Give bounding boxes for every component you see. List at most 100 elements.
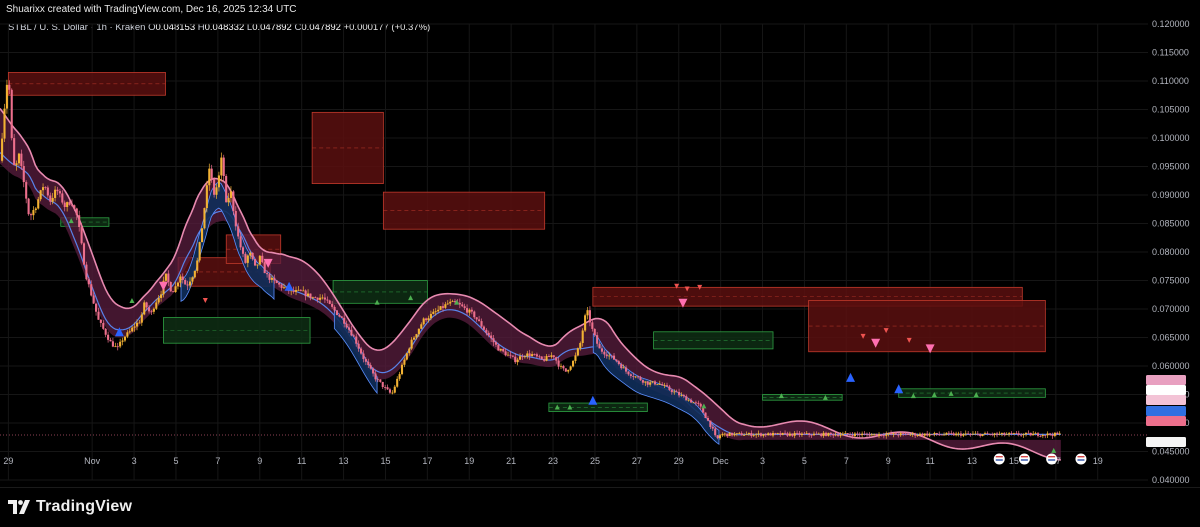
candle-body [148, 307, 151, 312]
candle-body [738, 433, 741, 434]
candle-body [921, 433, 924, 436]
candle-body [762, 434, 765, 436]
candle-body [656, 384, 659, 386]
candle-body [562, 365, 565, 369]
candle-body [22, 166, 25, 183]
candle-body [519, 356, 522, 360]
candle-body [649, 382, 652, 385]
candle-body [511, 355, 514, 357]
candle-body [545, 356, 548, 361]
candle-body [533, 354, 536, 355]
x-tick-label: 9 [257, 456, 262, 466]
price-tags [1146, 375, 1186, 447]
candle-body [323, 297, 326, 300]
x-tick-label: 3 [760, 456, 765, 466]
candle-body [314, 297, 317, 299]
candle-body [1044, 435, 1047, 436]
y-tick-label: 0.105000 [1152, 105, 1190, 115]
candle-body [856, 433, 859, 435]
candle-body [326, 299, 329, 301]
candle-body [632, 375, 635, 377]
candle-body [396, 378, 399, 387]
x-tick-label: 19 [464, 456, 474, 466]
candle-body [865, 433, 869, 435]
time-axis[interactable]: 29 Nov 3 5 7 9 11 13 15 17 19 21 23 25 27 29 Dec 3 5 7 9 11 13… [3, 456, 1102, 466]
candle-body [904, 433, 907, 435]
candle-body [111, 341, 114, 347]
candle-body [391, 392, 394, 394]
candle-body [979, 433, 982, 436]
candle-body [526, 353, 529, 357]
small-down-marker [202, 297, 208, 303]
candle-body [169, 281, 172, 292]
candle-body [1, 138, 4, 161]
candle-body [670, 389, 673, 393]
candle-body [767, 433, 770, 436]
candle-body [572, 360, 575, 367]
candle-body [576, 348, 579, 356]
candle-body [559, 365, 563, 367]
candle-body [928, 434, 931, 436]
candle-body [17, 153, 21, 164]
candle-body [104, 328, 107, 335]
candle-body [8, 84, 11, 90]
candle-body [810, 434, 813, 436]
candle-body [367, 361, 370, 366]
y-tick-label: 0.065000 [1152, 333, 1190, 343]
candle-body [844, 433, 847, 434]
candle-body [747, 433, 750, 435]
y-tick-label: 0.075000 [1152, 276, 1190, 286]
candle-body [540, 356, 543, 360]
x-tick-label: 19 [1093, 456, 1103, 466]
candle-body [993, 433, 996, 435]
candle-body [543, 359, 546, 361]
candle-body [514, 356, 517, 363]
candle-body [803, 433, 806, 435]
candle-body [417, 328, 420, 335]
candle-body [851, 434, 854, 436]
candle-body [1029, 432, 1032, 436]
x-tick-label: 15 [380, 456, 390, 466]
candle-body [957, 433, 960, 435]
candle-body [119, 341, 122, 347]
candle-body [940, 434, 943, 436]
candle-body [581, 330, 584, 343]
candle-body [952, 433, 955, 436]
candle-body [487, 332, 490, 336]
candle-body [321, 297, 324, 299]
candle-body [439, 306, 442, 310]
candle-body [1024, 432, 1028, 435]
candle-body [268, 274, 271, 280]
candle-body [251, 252, 254, 260]
candle-body [969, 434, 972, 435]
candle-body [343, 317, 346, 324]
candle-body [307, 293, 310, 297]
candle-body [740, 433, 743, 436]
candle-body [369, 365, 372, 369]
candle-body [92, 295, 95, 304]
candle-body [278, 282, 281, 285]
candle-body [347, 327, 351, 330]
candle-body [839, 434, 842, 436]
candle-body [947, 432, 950, 434]
candle-body [364, 359, 367, 362]
candle-body [752, 435, 755, 437]
y-tick-label: 0.115000 [1152, 48, 1189, 58]
price-chart[interactable]: 0.120000 0.115000 0.110000 0.105000 0.100000… [0, 16, 1200, 486]
candle-body [750, 433, 753, 436]
candlestick-series [1, 79, 1061, 440]
candle-body [718, 435, 722, 439]
candle-body [25, 182, 28, 199]
candle-body [962, 434, 965, 436]
candle-body [27, 198, 30, 215]
candle-body [945, 432, 948, 435]
candle-body [121, 340, 124, 342]
x-tick-label: 7 [844, 456, 849, 466]
candle-body [174, 286, 177, 293]
x-tick-label: 17 [422, 456, 432, 466]
candle-body [429, 313, 432, 319]
candle-body [535, 354, 538, 357]
event-flag-icon [1075, 453, 1087, 465]
candle-body [911, 433, 914, 435]
candle-body [557, 360, 560, 367]
